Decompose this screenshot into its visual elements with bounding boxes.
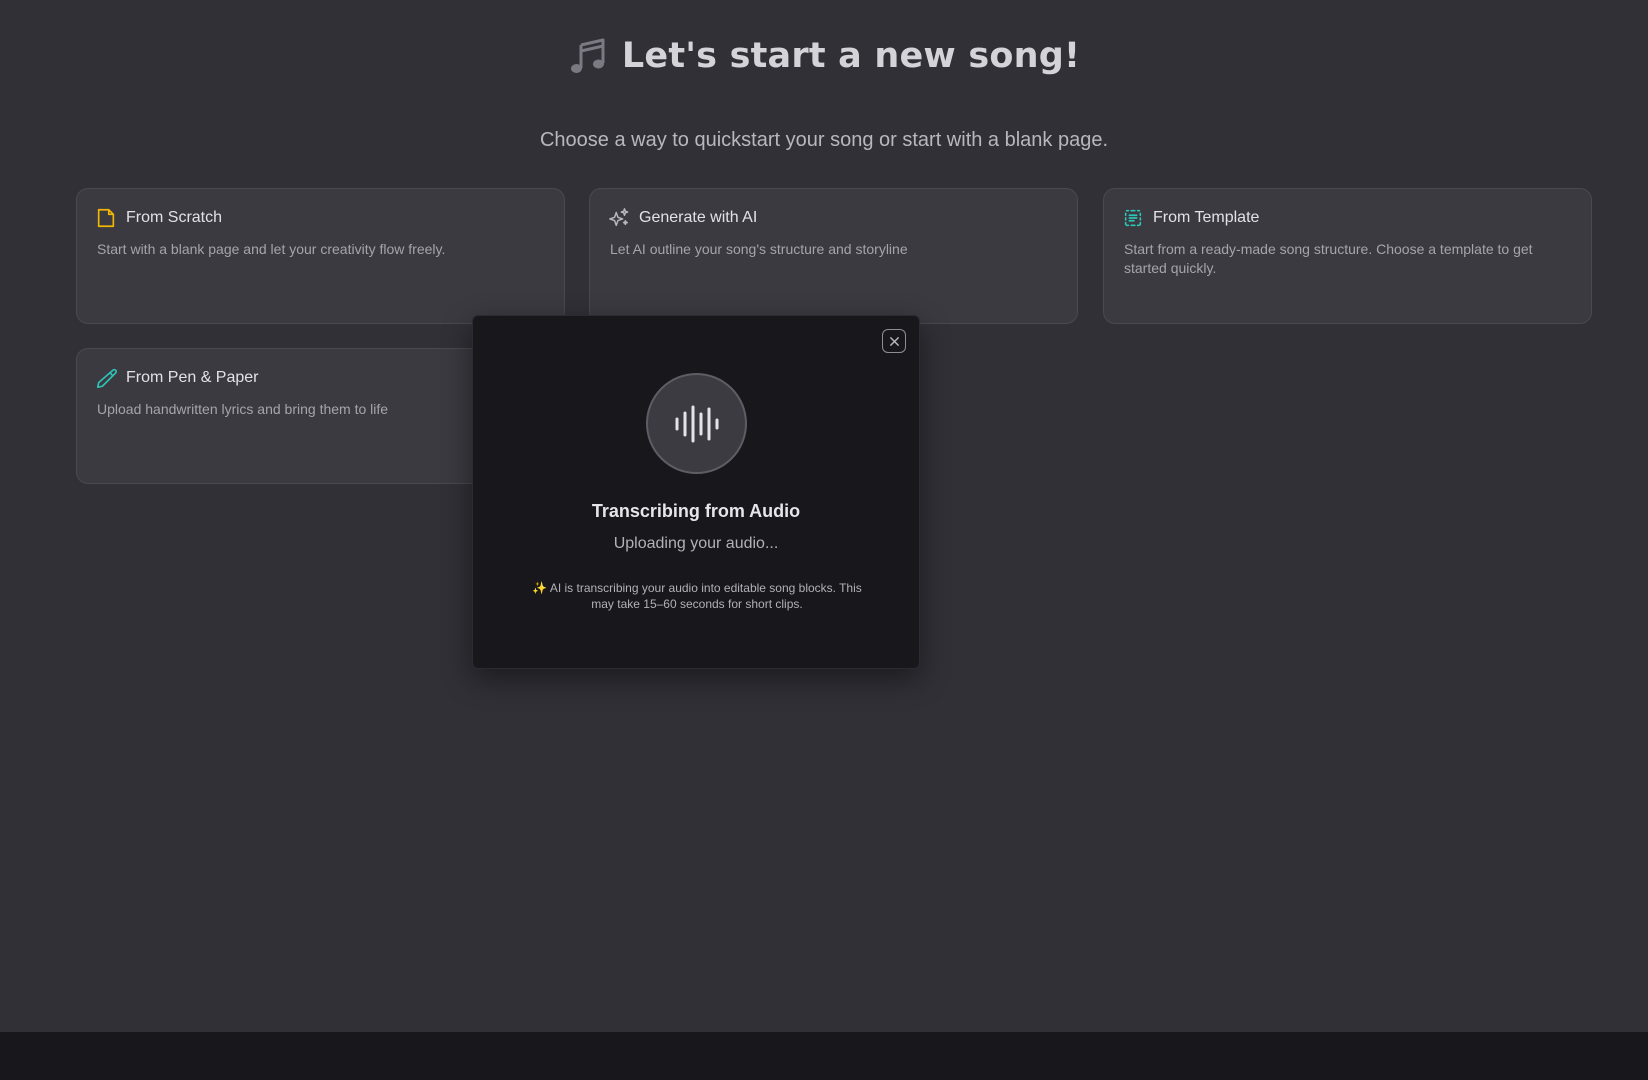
page-header: Let's start a new song! xyxy=(0,36,1648,76)
modal-note: ✨ AI is transcribing your audio into edi… xyxy=(527,580,867,612)
audio-indicator xyxy=(646,373,747,474)
pen-icon xyxy=(95,367,117,389)
option-description: Let AI outline your song's structure and… xyxy=(610,241,908,257)
bottom-bar xyxy=(0,1032,1648,1080)
option-card-from-scratch[interactable]: From Scratch Start with a blank page and… xyxy=(76,188,565,324)
option-title: Generate with AI xyxy=(639,209,758,226)
option-card-generate-with-ai[interactable]: Generate with AI Let AI outline your son… xyxy=(589,188,1078,324)
blank-file-icon xyxy=(95,207,117,229)
option-description: Start from a ready-made song structure. … xyxy=(1124,241,1533,276)
option-title: From Template xyxy=(1153,209,1260,226)
option-card-from-template[interactable]: From Template Start from a ready-made so… xyxy=(1103,188,1592,324)
option-title: From Pen & Paper xyxy=(126,369,259,386)
new-song-page: Let's start a new song! Choose a way to … xyxy=(0,0,1648,1080)
upload-status: Uploading your audio... xyxy=(613,535,779,552)
option-title: From Scratch xyxy=(126,209,223,226)
sparkles-icon xyxy=(608,207,630,229)
music-notes-icon xyxy=(568,36,608,76)
close-icon xyxy=(889,336,900,347)
transcribing-modal: Transcribing from Audio Uploading your a… xyxy=(472,315,920,669)
close-button[interactable] xyxy=(882,329,906,353)
page-subtitle: Choose a way to quickstart your song or … xyxy=(539,129,1109,151)
sparkle-icon: ✨ xyxy=(532,581,548,595)
option-description: Start with a blank page and let your cre… xyxy=(97,241,446,257)
audio-waveform-icon xyxy=(673,404,721,444)
template-icon xyxy=(1122,207,1144,229)
modal-title: Transcribing from Audio xyxy=(591,501,801,521)
page-title: Let's start a new song! xyxy=(621,36,1081,76)
note-text: AI is transcribing your audio into edita… xyxy=(549,581,862,611)
